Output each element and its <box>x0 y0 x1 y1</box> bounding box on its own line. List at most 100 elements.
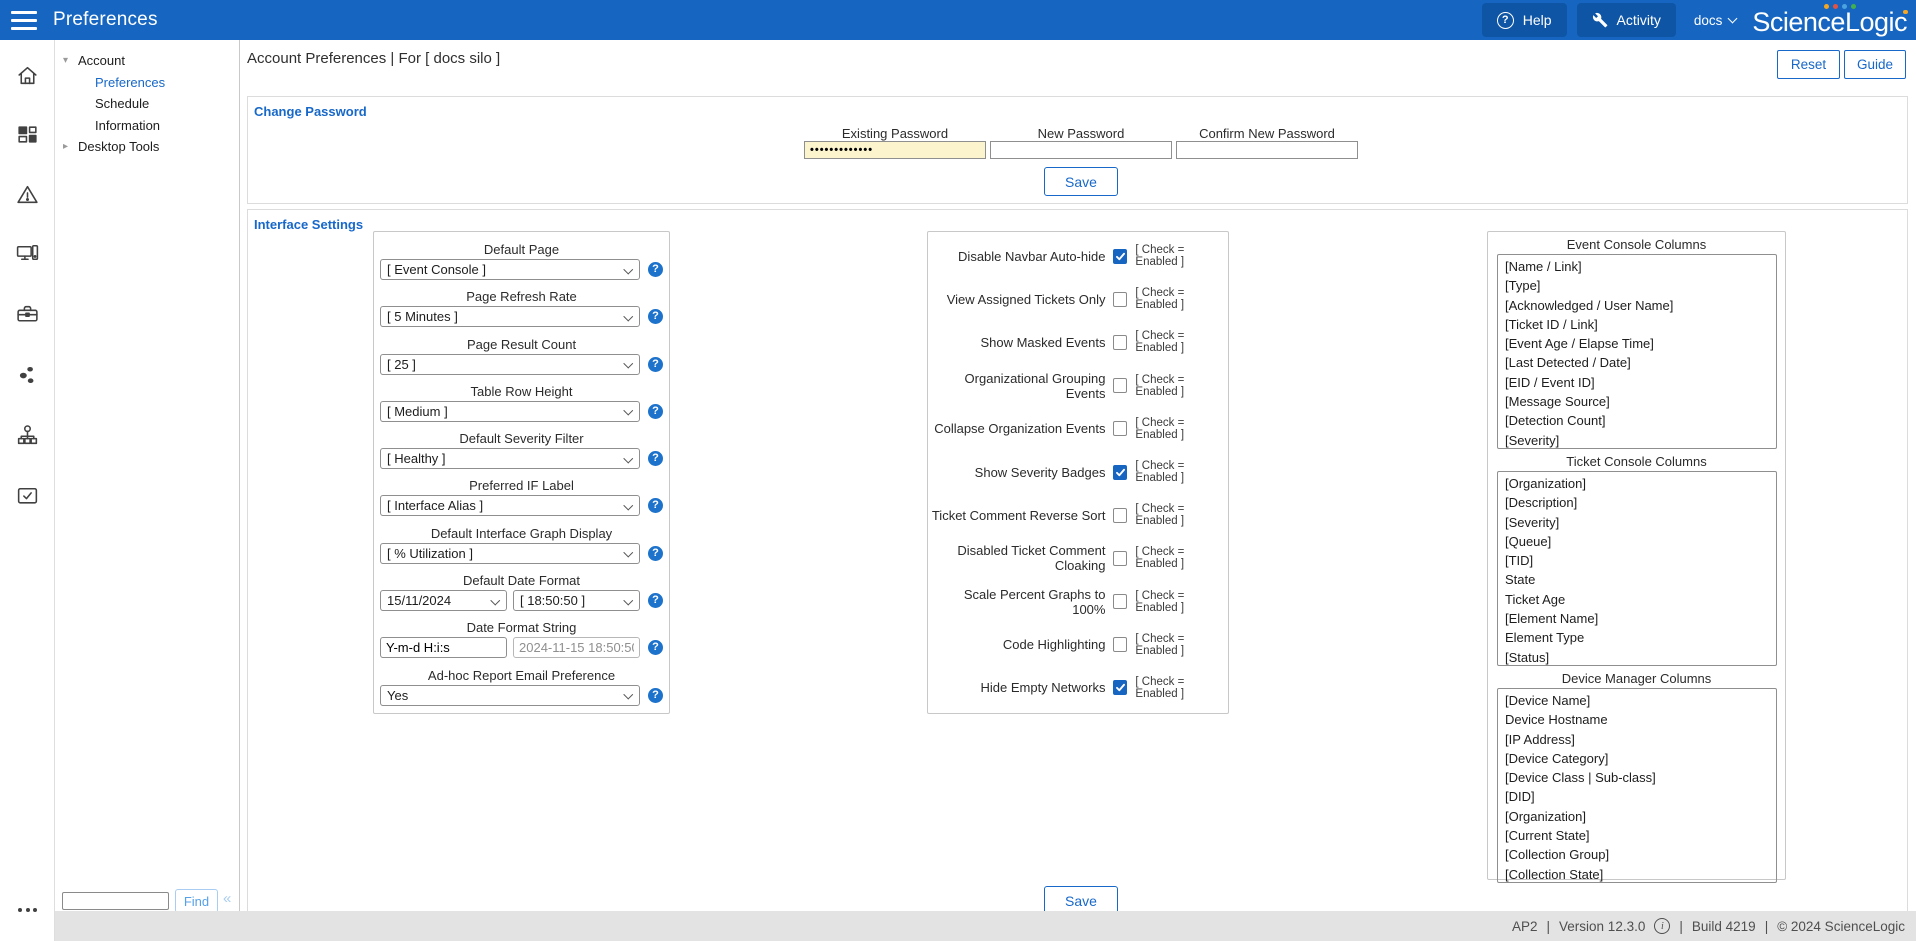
checkbox[interactable] <box>1113 551 1127 566</box>
checkbox[interactable] <box>1113 594 1127 609</box>
column-list-item[interactable]: [EID / Event ID] <box>1505 373 1776 392</box>
tree-expander-icon[interactable] <box>63 141 78 152</box>
column-list-item[interactable]: [Device Name] <box>1505 691 1776 710</box>
hamburger-menu-icon[interactable] <box>11 11 37 30</box>
column-list-item[interactable]: [Ticket ID / Link] <box>1505 315 1776 334</box>
select-dropdown[interactable]: [ % Utilization ] <box>380 543 640 564</box>
column-list-item[interactable]: [Device Class | Sub-class] <box>1505 768 1776 787</box>
column-list-item[interactable]: [Event Age / Elapse Time] <box>1505 334 1776 353</box>
activity-button[interactable]: Activity <box>1577 3 1676 37</box>
select-dropdown[interactable]: [ 5 Minutes ] <box>380 306 640 327</box>
events-icon[interactable] <box>0 182 55 207</box>
checkbox[interactable] <box>1113 378 1127 393</box>
column-list-item[interactable]: [Status] <box>1505 648 1776 666</box>
column-list-item[interactable]: [Type] <box>1505 276 1776 295</box>
column-list-item[interactable]: [IP Address] <box>1505 730 1776 749</box>
checkbox[interactable] <box>1113 421 1127 436</box>
column-list-item[interactable]: [Current State] <box>1505 826 1776 845</box>
password-save-button[interactable]: Save <box>1044 167 1118 196</box>
column-list-item[interactable]: Ticket Age <box>1505 590 1776 609</box>
device-manager-columns-list[interactable]: [Device Name]Device Hostname[IP Address]… <box>1497 688 1777 883</box>
checkbox-label: Scale Percent Graphs to 100% <box>928 587 1105 617</box>
select-dropdown[interactable]: [ Event Console ] <box>380 259 640 280</box>
business-services-icon[interactable] <box>0 302 55 327</box>
column-list-item[interactable]: [Organization] <box>1505 474 1776 493</box>
checkbox[interactable] <box>1113 335 1127 350</box>
nav-tree-item[interactable]: Schedule <box>55 93 239 115</box>
help-icon[interactable] <box>648 262 663 277</box>
column-list-item[interactable]: [Collection State] <box>1505 865 1776 883</box>
column-list-item[interactable]: [TID] <box>1505 551 1776 570</box>
help-icon[interactable] <box>648 593 663 608</box>
checkbox[interactable] <box>1113 680 1127 695</box>
adhoc-select[interactable]: Yes <box>380 685 640 706</box>
column-list-item[interactable]: [Description] <box>1505 493 1776 512</box>
column-list-item[interactable]: Device Hostname <box>1505 710 1776 729</box>
column-list-item[interactable]: [Device Category] <box>1505 749 1776 768</box>
help-icon <box>1497 12 1514 29</box>
column-list-item[interactable]: [Queue] <box>1505 532 1776 551</box>
checkbox[interactable] <box>1113 508 1127 523</box>
help-button[interactable]: Help <box>1482 3 1567 37</box>
column-list-item[interactable]: [Severity] <box>1505 431 1776 449</box>
date-select[interactable]: 15/11/2024 <box>380 590 507 611</box>
checkbox[interactable] <box>1113 292 1127 307</box>
column-list-item[interactable]: [Detection Count] <box>1505 411 1776 430</box>
devices-icon[interactable] <box>0 240 55 265</box>
field-label: Table Row Height <box>374 384 669 399</box>
confirm-password-input[interactable] <box>1176 141 1358 159</box>
checkbox-row: Disable Navbar Auto-hide [ Check = Enabl… <box>928 235 1228 278</box>
guide-button[interactable]: Guide <box>1844 50 1906 79</box>
column-list-item[interactable]: [Acknowledged / User Name] <box>1505 296 1776 315</box>
find-button[interactable]: Find <box>175 889 218 913</box>
time-select[interactable]: [ 18:50:50 ] <box>513 590 640 611</box>
nav-tree-item[interactable]: Desktop Tools <box>55 136 239 158</box>
help-icon[interactable] <box>648 451 663 466</box>
ticket-console-columns-list[interactable]: [Organization][Description][Severity][Qu… <box>1497 471 1777 666</box>
event-console-columns-list[interactable]: [Name / Link][Type][Acknowledged / User … <box>1497 254 1777 449</box>
help-icon[interactable] <box>648 546 663 561</box>
info-icon[interactable] <box>1654 918 1670 934</box>
organizations-icon[interactable] <box>0 423 55 448</box>
reset-button[interactable]: Reset <box>1777 50 1840 79</box>
existing-password-input[interactable] <box>804 141 986 159</box>
nav-tree-item[interactable]: Preferences <box>55 72 239 94</box>
select-dropdown[interactable]: [ 25 ] <box>380 354 640 375</box>
help-icon[interactable] <box>648 498 663 513</box>
column-list-item[interactable]: [Name / Link] <box>1505 257 1776 276</box>
tree-expander-icon[interactable] <box>63 55 78 66</box>
column-list-item[interactable]: State <box>1505 570 1776 589</box>
dashboards-icon[interactable] <box>0 122 55 147</box>
column-list-item[interactable]: [DID] <box>1505 787 1776 806</box>
new-password-input[interactable] <box>990 141 1172 159</box>
user-menu[interactable]: docs <box>1694 13 1737 28</box>
select-dropdown[interactable]: [ Medium ] <box>380 401 640 422</box>
column-list-item[interactable]: [Message Source] <box>1505 392 1776 411</box>
checkbox[interactable] <box>1113 249 1127 264</box>
column-list-item[interactable]: [Last Detected / Date] <box>1505 353 1776 372</box>
column-list-item[interactable]: Element Type <box>1505 628 1776 647</box>
column-list-item[interactable]: [Collection Group] <box>1505 845 1776 864</box>
select-dropdown[interactable]: [ Interface Alias ] <box>380 495 640 516</box>
checkbox-row: Ticket Comment Reverse Sort [ Check = En… <box>928 494 1228 537</box>
help-icon[interactable] <box>648 309 663 324</box>
panel-collapse-icon[interactable]: « <box>223 890 231 907</box>
help-icon[interactable] <box>648 404 663 419</box>
maps-icon[interactable] <box>0 363 55 388</box>
find-input[interactable] <box>62 892 169 910</box>
more-icon[interactable] <box>0 908 55 912</box>
checkbox[interactable] <box>1113 637 1127 652</box>
help-icon[interactable] <box>648 688 663 703</box>
checkbox[interactable] <box>1113 465 1127 480</box>
date-format-string-input[interactable] <box>380 637 507 658</box>
nav-tree-item[interactable]: Information <box>55 115 239 137</box>
column-list-item[interactable]: [Severity] <box>1505 513 1776 532</box>
column-list-item[interactable]: [Element Name] <box>1505 609 1776 628</box>
column-list-item[interactable]: [Organization] <box>1505 807 1776 826</box>
tasks-icon[interactable] <box>0 483 55 508</box>
home-icon[interactable] <box>0 63 55 88</box>
select-dropdown[interactable]: [ Healthy ] <box>380 448 640 469</box>
help-icon[interactable] <box>648 357 663 372</box>
nav-tree-item[interactable]: Account <box>55 50 239 72</box>
help-icon[interactable] <box>648 640 663 655</box>
